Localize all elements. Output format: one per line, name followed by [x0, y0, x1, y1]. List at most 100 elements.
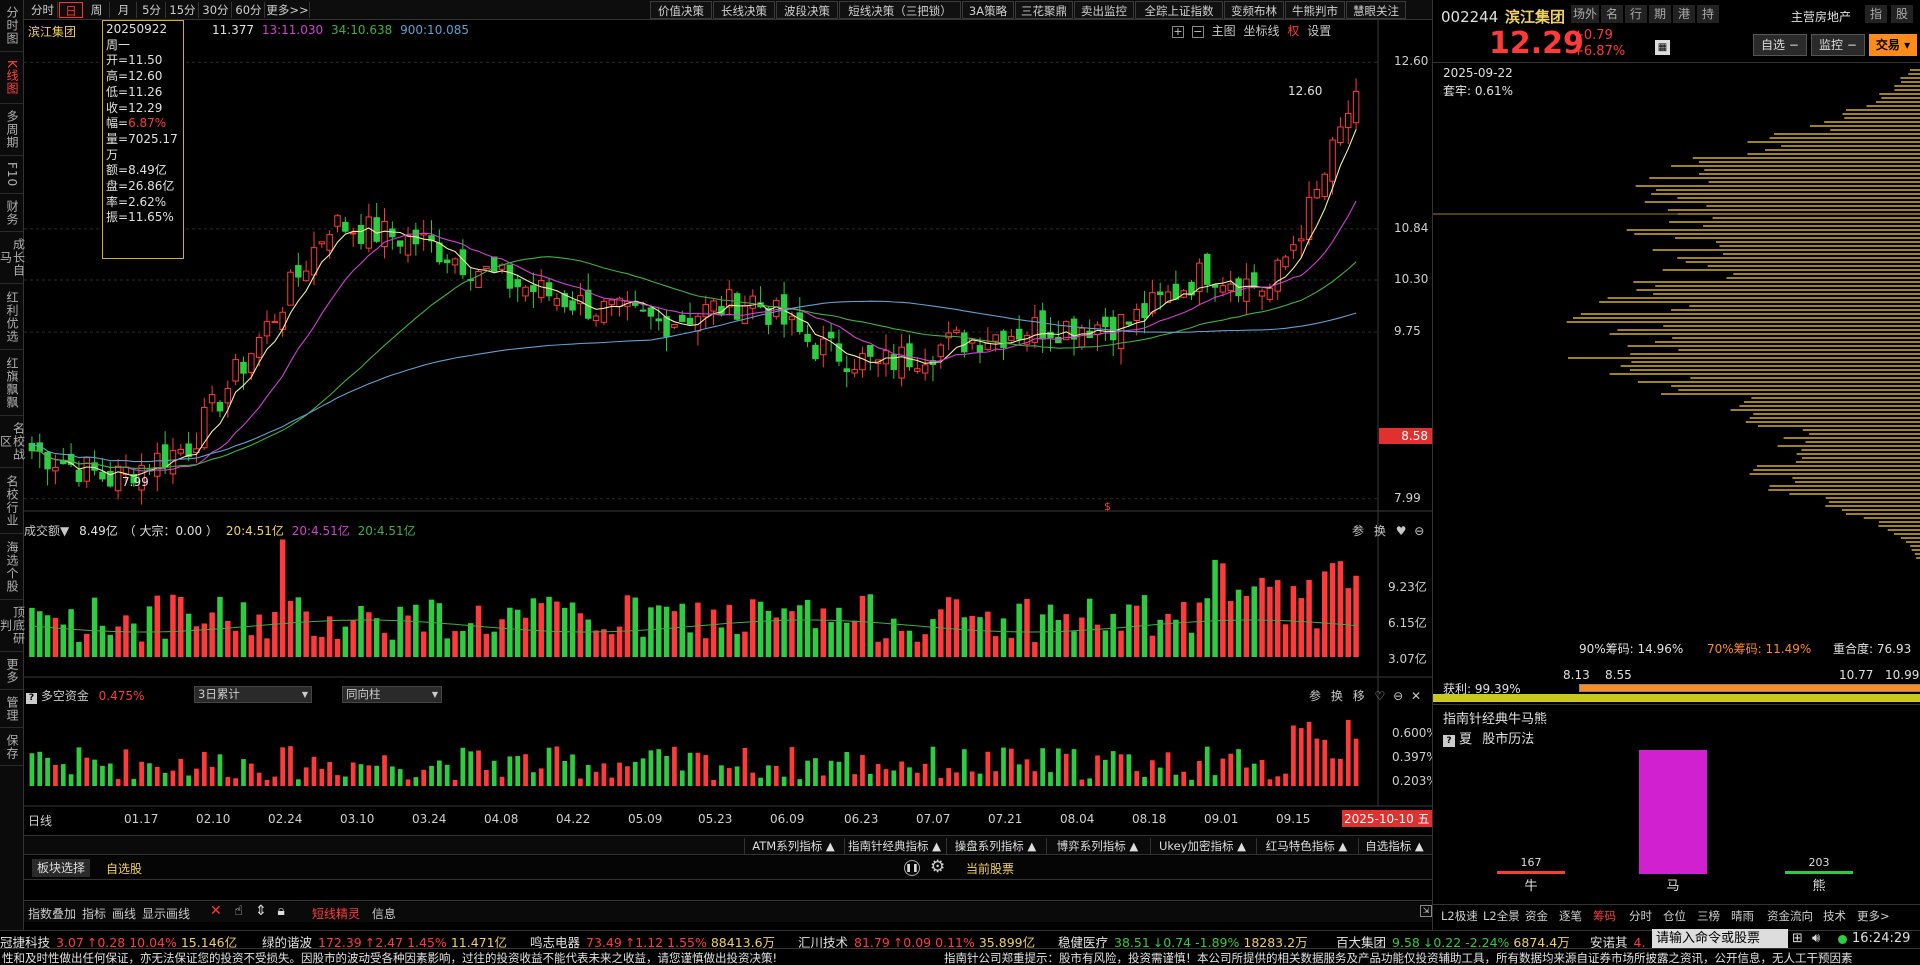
strategy-tab-3[interactable]: 短线决策（三把锁）	[839, 1, 961, 19]
stock-nav-1[interactable]: 名	[1601, 5, 1623, 23]
sound-icon[interactable]: 🔊︎	[1812, 931, 1820, 946]
period-tab-8[interactable]: 更多>>	[266, 2, 310, 18]
capital-param-button[interactable]: 参	[1309, 689, 1321, 703]
add-icon[interactable]: +	[1172, 26, 1184, 38]
right-tab-2[interactable]: 资金	[1525, 908, 1548, 924]
draw-tool-1[interactable]: 指标	[82, 907, 106, 921]
heart-icon[interactable]: ♡	[1375, 689, 1386, 703]
sidebar-item-5[interactable]: 成长自马	[0, 232, 26, 284]
heart-icon[interactable]: ♥	[1396, 524, 1407, 538]
hand-icon[interactable]: ☝	[234, 903, 243, 919]
right-tab-0[interactable]: L2极速	[1441, 908, 1478, 924]
indicator-tab-1[interactable]: 指南针经典指标 ▲	[844, 838, 944, 854]
period-tab-3[interactable]: 月	[111, 2, 137, 18]
index-button[interactable]: 指	[1865, 5, 1887, 23]
chart-settings-button[interactable]: 设置	[1307, 24, 1331, 38]
command-input[interactable]: 请输入命令或股票	[1652, 929, 1788, 948]
zoom-icon[interactable]: ⊖	[1393, 689, 1403, 703]
delete-icon[interactable]: ✕	[210, 903, 222, 919]
right-tab-4[interactable]: 筹码	[1593, 908, 1616, 924]
sidebar-item-7[interactable]: 红旗飘飘	[0, 350, 23, 416]
volume-title[interactable]: 成交额▼	[24, 524, 69, 538]
indicator-tab-2[interactable]: 操盘系列指标 ▲	[946, 838, 1044, 854]
main-chart-button[interactable]: 主图	[1212, 24, 1236, 38]
period-tab-2[interactable]: 周	[84, 2, 110, 18]
strategy-tab-8[interactable]: 变频布林	[1224, 1, 1284, 19]
pause-icon[interactable]: ❚❚	[904, 860, 920, 876]
stock-button[interactable]: 股	[1891, 5, 1913, 23]
right-tab-7[interactable]: 三榜	[1697, 908, 1720, 924]
sidebar-item-12[interactable]: 更多	[0, 652, 23, 690]
coord-line-button[interactable]: 坐标线	[1244, 24, 1280, 38]
strategy-tab-4[interactable]: 3A策略	[962, 1, 1014, 19]
strategy-tab-10[interactable]: 慧眼关注	[1346, 1, 1406, 19]
gear-icon[interactable]: ⚙	[930, 857, 945, 877]
strategy-tab-2[interactable]: 波段决策	[776, 1, 838, 19]
strategy-tab-0[interactable]: 价值决策	[650, 1, 712, 19]
draw-tool-3[interactable]: 显示画线	[142, 907, 190, 921]
capital-period-select[interactable]: 3日累计 ▼	[194, 686, 312, 703]
strategy-tab-7[interactable]: 全踪上证指数	[1135, 1, 1223, 19]
period-tab-5[interactable]: 15分	[167, 2, 199, 18]
block-select-button[interactable]: 板块选择	[32, 859, 90, 877]
self-stock-tab[interactable]: 自选股	[106, 860, 142, 877]
tab-short-line-elf[interactable]: 短线精灵	[312, 907, 360, 921]
monitor-button[interactable]: 监控 −	[1811, 34, 1865, 56]
trade-button[interactable]: 交易 ▾	[1869, 34, 1917, 56]
period-tab-1[interactable]: 日	[59, 2, 83, 18]
stock-nav-3[interactable]: 期	[1649, 5, 1671, 23]
industry-label[interactable]: 主营房地产	[1791, 8, 1851, 25]
strategy-tab-5[interactable]: 三花聚鼎	[1015, 1, 1073, 19]
add-self-button[interactable]: 自选 −	[1753, 34, 1807, 56]
strategy-tab-6[interactable]: 卖出监控	[1074, 1, 1134, 19]
sidebar-item-13[interactable]: 管理	[0, 690, 23, 728]
right-tab-5[interactable]: 分时	[1629, 908, 1652, 924]
volume-param-button[interactable]: 参	[1352, 524, 1364, 538]
stock-nav-2[interactable]: 行	[1625, 5, 1647, 23]
draw-tool-0[interactable]: 指数叠加	[28, 907, 76, 921]
sidebar-item-3[interactable]: F10	[0, 156, 23, 194]
sidebar-item-14[interactable]: 保存	[0, 728, 23, 766]
stock-nav-4[interactable]: 港	[1673, 5, 1695, 23]
sidebar-item-11[interactable]: 顶底研判	[0, 600, 26, 652]
indicator-tab-6[interactable]: 自选指标 ▲	[1358, 838, 1430, 854]
indicator-tab-0[interactable]: ATM系列指标 ▲	[744, 838, 842, 854]
stock-nav-5[interactable]: 持	[1697, 5, 1719, 23]
indicator-tab-3[interactable]: 博弈系列指标 ▲	[1046, 838, 1148, 854]
indicator-tab-4[interactable]: Ukey加密指标 ▲	[1150, 838, 1254, 854]
right-tab-3[interactable]: 逐笔	[1559, 908, 1582, 924]
capital-switch-button[interactable]: 换	[1331, 689, 1343, 703]
sidebar-item-0[interactable]: 分时图	[0, 0, 23, 52]
strategy-tab-9[interactable]: 牛熊判市	[1285, 1, 1345, 19]
sidebar-item-1[interactable]: K线图	[0, 52, 23, 104]
capital-move-button[interactable]: 移	[1353, 689, 1365, 703]
indicator-tab-5[interactable]: 红马特色指标 ▲	[1256, 838, 1356, 854]
draw-tool-2[interactable]: 画线	[112, 907, 136, 921]
stock-nav-0[interactable]: 场外	[1571, 5, 1599, 23]
sidebar-item-9[interactable]: 名校行业	[0, 468, 23, 534]
minus-icon[interactable]: −	[1191, 26, 1204, 38]
adjust-right-button[interactable]: 权	[1287, 24, 1299, 38]
capital-mode-select[interactable]: 同向柱 ▼	[342, 686, 442, 703]
strategy-tab-1[interactable]: 长线决策	[713, 1, 775, 19]
sidebar-item-2[interactable]: 多周期	[0, 104, 23, 156]
tab-info[interactable]: 信息	[372, 907, 396, 921]
lock-icon[interactable]: 🔒︎	[277, 903, 284, 919]
right-tab-10[interactable]: 技术	[1823, 908, 1846, 924]
right-tab-1[interactable]: L2全景	[1483, 908, 1520, 924]
expand-icon[interactable]: ⇲	[1420, 905, 1432, 917]
help-icon[interactable]: ?	[1443, 735, 1455, 747]
sidebar-item-10[interactable]: 海选个股	[0, 534, 23, 600]
right-tab-6[interactable]: 仓位	[1663, 908, 1686, 924]
help-icon[interactable]: ?	[26, 693, 37, 704]
move-icon[interactable]: ⇕	[255, 903, 267, 919]
period-tab-6[interactable]: 30分	[200, 2, 232, 18]
sidebar-item-6[interactable]: 红利优选	[0, 284, 23, 350]
volume-switch-button[interactable]: 换	[1374, 524, 1386, 538]
right-tab-9[interactable]: 资金流向	[1767, 908, 1813, 924]
grid-icon[interactable]: ⊞	[1792, 931, 1803, 946]
period-tab-4[interactable]: 5分	[138, 2, 166, 18]
sidebar-item-8[interactable]: 名校战区	[0, 416, 26, 468]
calendar-icon[interactable]: ▦	[1655, 40, 1670, 55]
close-icon[interactable]: ✕	[1411, 689, 1421, 703]
